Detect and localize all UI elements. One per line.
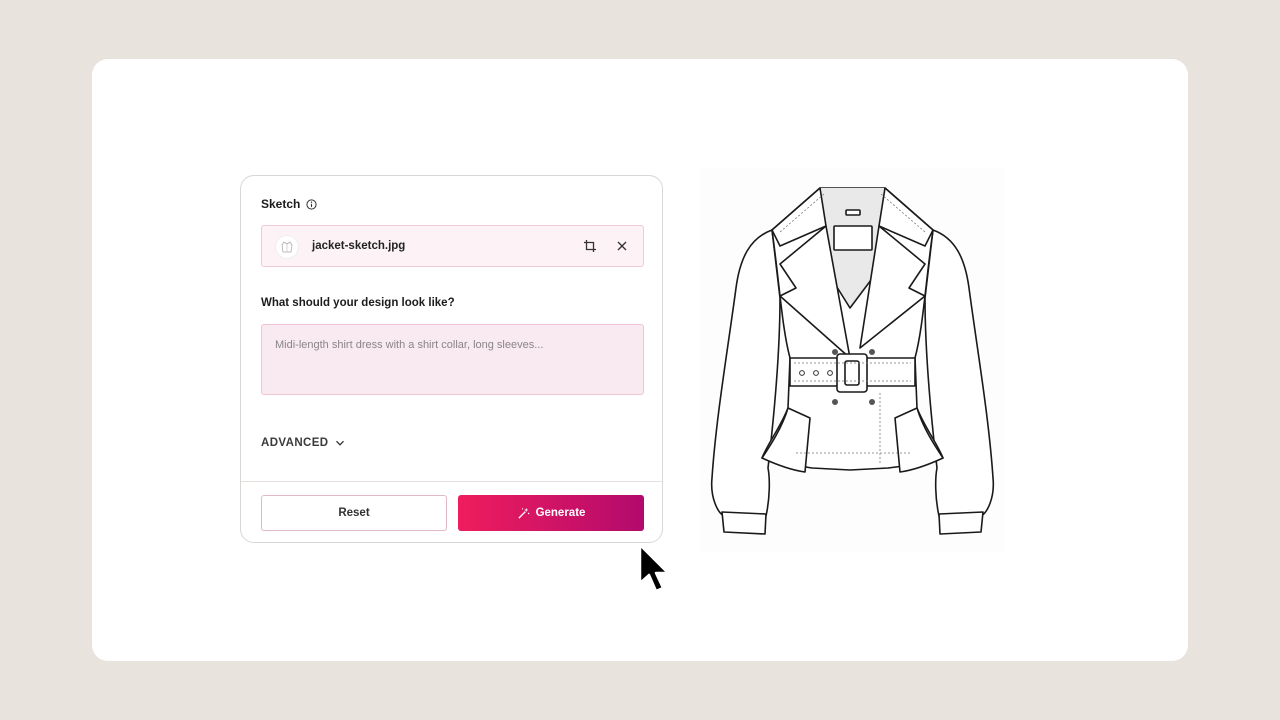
sketch-label-text: Sketch bbox=[261, 197, 301, 211]
sketch-label: Sketch bbox=[261, 197, 317, 211]
advanced-label: ADVANCED bbox=[261, 437, 329, 449]
uploaded-file: jacket-sketch.jpg bbox=[261, 225, 644, 267]
generate-label: Generate bbox=[535, 507, 586, 519]
close-icon[interactable] bbox=[613, 237, 631, 255]
crop-icon[interactable] bbox=[581, 237, 599, 255]
design-prompt-input[interactable] bbox=[261, 324, 644, 395]
magic-wand-icon bbox=[517, 507, 529, 519]
chevron-down-icon bbox=[335, 440, 344, 446]
generator-panel: Sketch jacket-sketch.jpg What should you… bbox=[240, 175, 663, 543]
design-question: What should your design look like? bbox=[261, 297, 455, 309]
divider bbox=[241, 481, 662, 482]
jacket-sketch-image bbox=[700, 168, 1005, 552]
file-name: jacket-sketch.jpg bbox=[312, 240, 406, 252]
advanced-toggle[interactable]: ADVANCED bbox=[261, 437, 345, 449]
info-icon[interactable] bbox=[306, 198, 317, 210]
reset-button[interactable]: Reset bbox=[261, 495, 447, 531]
file-thumbnail bbox=[275, 235, 299, 259]
mouse-cursor bbox=[636, 543, 676, 599]
generate-button[interactable]: Generate bbox=[458, 495, 644, 531]
